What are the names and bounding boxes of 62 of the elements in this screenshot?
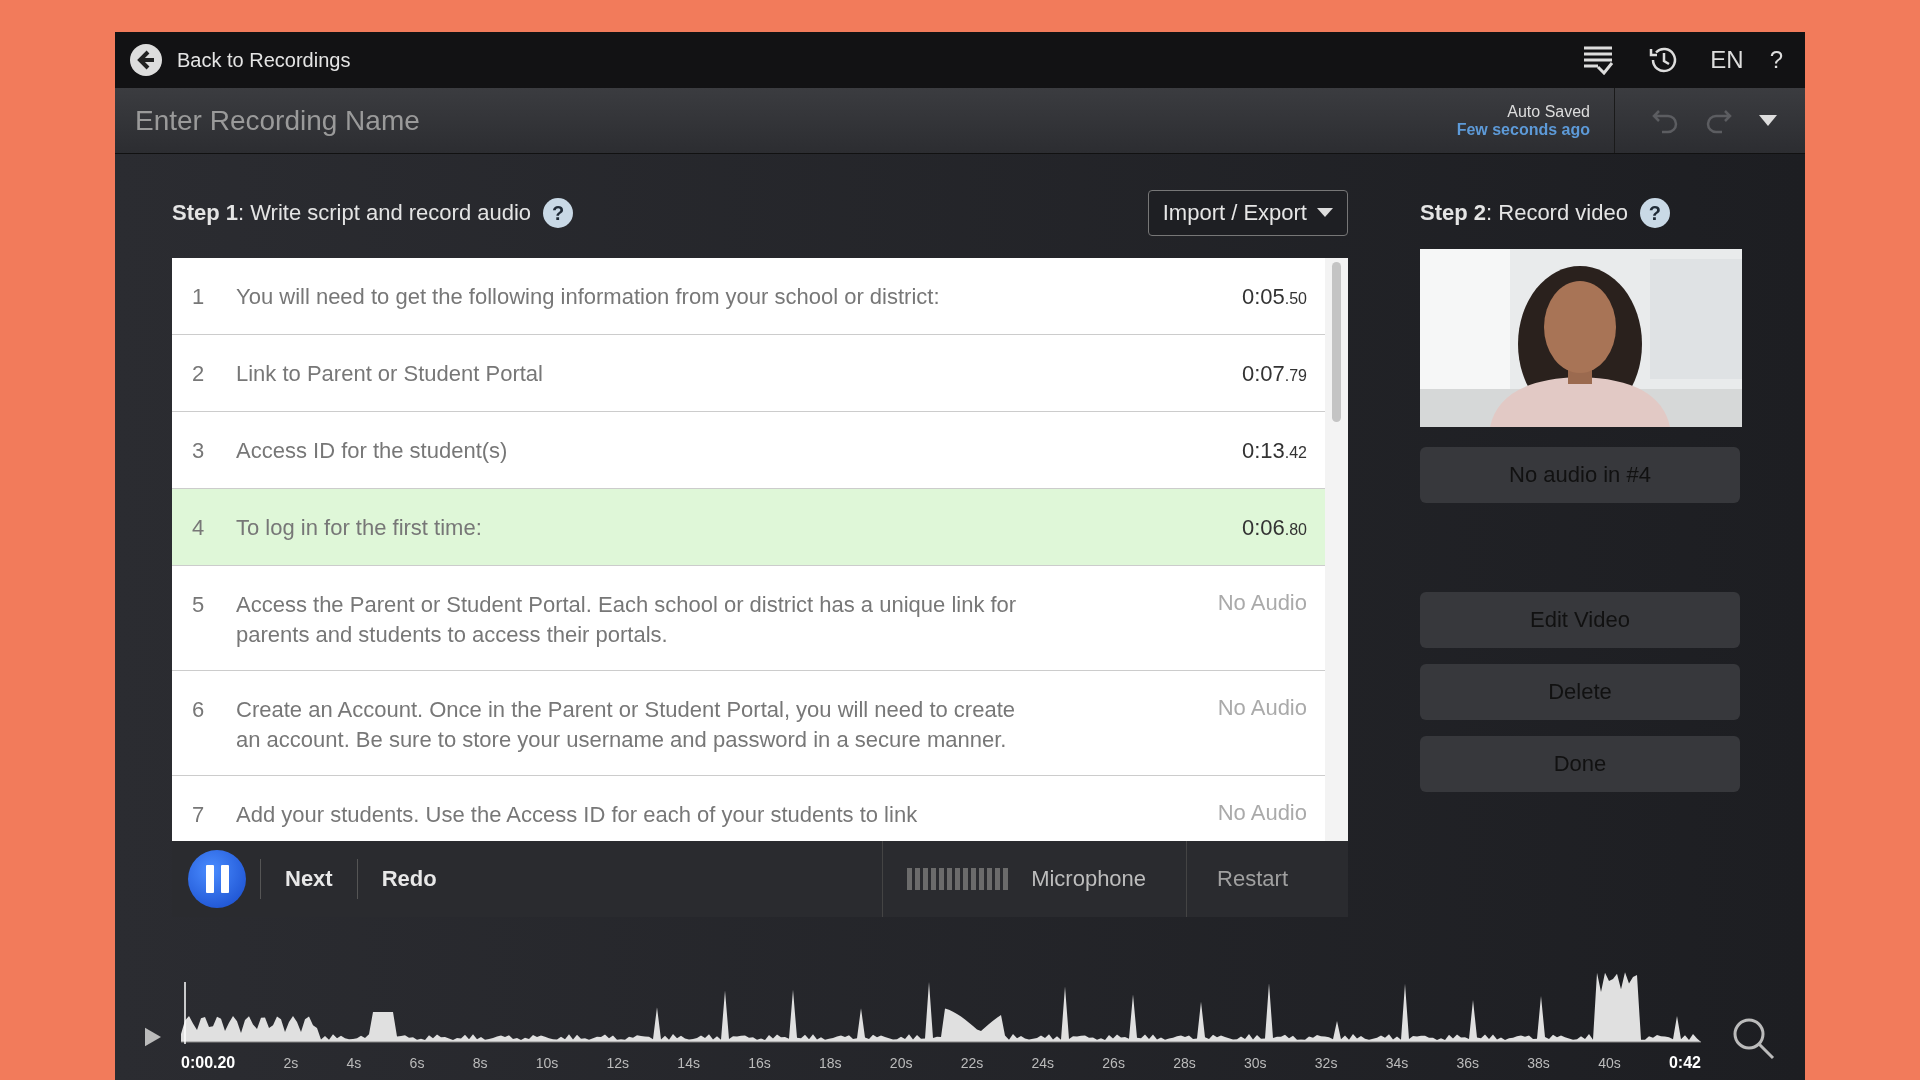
recording-name-field[interactable]: Enter Recording Name: [115, 88, 1457, 153]
end-time: 0:42: [1668, 1054, 1701, 1072]
script-line: To log in for the first time:: [236, 514, 483, 542]
pause-button[interactable]: [188, 850, 246, 908]
time-tick: 40s: [1598, 1055, 1621, 1071]
row-number: 6: [192, 696, 206, 724]
time-tick: 2s: [283, 1055, 299, 1071]
import-export-button[interactable]: Import / Export: [1147, 190, 1348, 236]
script-line: Access ID for the student(s): [236, 437, 509, 465]
script-row[interactable]: 4 To log in for the first time: 0:06.80: [172, 489, 1325, 566]
script-line: You will need to get the following information from your school or district:: [236, 283, 941, 311]
time-tick: 36s: [1456, 1055, 1480, 1071]
time-tick: 38s: [1527, 1055, 1550, 1071]
time-tick: 14s: [677, 1055, 700, 1071]
time-tick: 12s: [606, 1055, 630, 1071]
help-button[interactable]: ?: [1639, 198, 1670, 228]
time-tick: 6s: [409, 1055, 425, 1071]
next-button[interactable]: Next: [261, 866, 357, 892]
line-duration: 0:05.50: [1241, 283, 1307, 311]
time-tick: 10s: [535, 1055, 559, 1071]
time-tick: 30s: [1244, 1055, 1267, 1071]
no-audio-label: No Audio: [1217, 590, 1307, 616]
time-tick: 34s: [1385, 1055, 1409, 1071]
row-number: 2: [192, 360, 206, 388]
step-title: Step 2: Record video: [1420, 200, 1628, 226]
row-number: 4: [192, 514, 206, 542]
row-number: 3: [192, 437, 206, 465]
microphone-label: Microphone: [1030, 866, 1148, 892]
line-duration: 0:07.79: [1241, 360, 1307, 388]
redo-button[interactable]: Redo: [357, 866, 461, 892]
script-line: Create an Account. Once in the Parent or Student Portal, you will need to create an account. Be sure to store your username and password in a secure manner.: [236, 696, 1016, 754]
scrollbar[interactable]: [1325, 258, 1348, 841]
time-tick: 26s: [1102, 1055, 1125, 1071]
step-title: Step 1: Write script and record audio: [172, 200, 532, 226]
time-tick: 16s: [748, 1055, 771, 1071]
row-number: 5: [192, 591, 206, 619]
current-time: 0:00.20: [181, 1054, 236, 1072]
save-status: Auto Saved: [1507, 102, 1590, 121]
save-time: Few seconds ago: [1456, 120, 1590, 139]
script-line: Add your students. Use the Access ID for each of your students to link: [236, 801, 919, 829]
line-duration: 0:06.80: [1241, 514, 1307, 542]
time-tick: 24s: [1031, 1055, 1055, 1071]
row-number: 1: [192, 283, 206, 311]
script-line: Access the Parent or Student Portal. Each school or district has a unique link for parents and students to access their portals.: [236, 591, 1018, 649]
time-tick: 28s: [1173, 1055, 1196, 1071]
no-audio-label: No Audio: [1217, 695, 1307, 721]
help-link[interactable]: ?: [1763, 46, 1789, 74]
restart-button[interactable]: Restart: [1187, 866, 1348, 892]
back-link[interactable]: Back to Recordings: [129, 43, 351, 77]
language-selector[interactable]: EN: [1704, 46, 1750, 74]
time-tick: 18s: [819, 1055, 842, 1071]
no-audio-label: No Audio: [1217, 800, 1307, 826]
time-tick: 8s: [472, 1055, 488, 1071]
row-number: 7: [192, 801, 206, 829]
time-tick: 32s: [1314, 1055, 1338, 1071]
line-duration: 0:13.42: [1241, 437, 1307, 465]
script-line: Link to Parent or Student Portal: [236, 360, 544, 388]
caret-icon: [1317, 208, 1333, 218]
time-tick: 20s: [889, 1055, 913, 1071]
help-button[interactable]: ?: [543, 198, 574, 228]
time-tick: 22s: [960, 1055, 984, 1071]
time-tick: 4s: [346, 1055, 362, 1071]
